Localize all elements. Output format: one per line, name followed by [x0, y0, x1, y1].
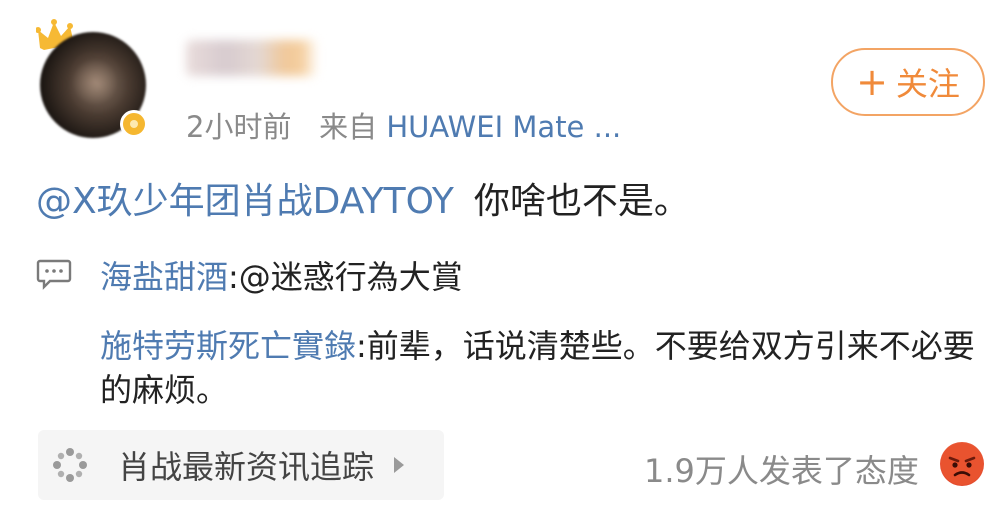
- comment-author[interactable]: 海盐甜酒: [100, 258, 228, 296]
- username-blurred[interactable]: [186, 40, 318, 76]
- comment-text: :@迷惑行為大賞: [228, 258, 463, 296]
- comment-item[interactable]: 施特劳斯死亡實錄:前辈，话说清楚些。不要给双方引来不必要的麻烦。: [100, 324, 990, 412]
- topic-icon: [53, 448, 87, 482]
- post-meta: 2小时前 来自 HUAWEI Mate ...: [186, 104, 621, 146]
- post-content: @X玖少年团肖战DAYTOY 你啥也不是。: [36, 172, 690, 224]
- plus-icon: +: [856, 60, 888, 104]
- comment-item[interactable]: 海盐甜酒:@迷惑行為大賞: [100, 255, 463, 299]
- follow-label: 关注: [895, 65, 960, 103]
- follow-button[interactable]: + 关注: [831, 48, 985, 116]
- avatar[interactable]: [36, 18, 156, 138]
- angry-emoji-icon[interactable]: [940, 442, 984, 486]
- comment-author[interactable]: 施特劳斯死亡實錄: [100, 327, 356, 365]
- topic-label: 肖战最新资讯追踪: [118, 448, 375, 486]
- reactions-count[interactable]: 1.9万人发表了态度: [644, 446, 919, 492]
- from-label: 来自: [319, 110, 378, 144]
- post-mention-link[interactable]: @X玖少年团肖战DAYTOY: [36, 181, 454, 222]
- chevron-right-icon: [394, 457, 405, 473]
- post-text: 你啥也不是。: [473, 181, 690, 222]
- post-time: 2小时前: [186, 110, 292, 144]
- topic-tag[interactable]: 肖战最新资讯追踪: [38, 430, 444, 500]
- vip-badge-icon: [120, 110, 148, 138]
- post-source[interactable]: HUAWEI Mate ...: [386, 110, 621, 144]
- comment-icon: [36, 259, 72, 290]
